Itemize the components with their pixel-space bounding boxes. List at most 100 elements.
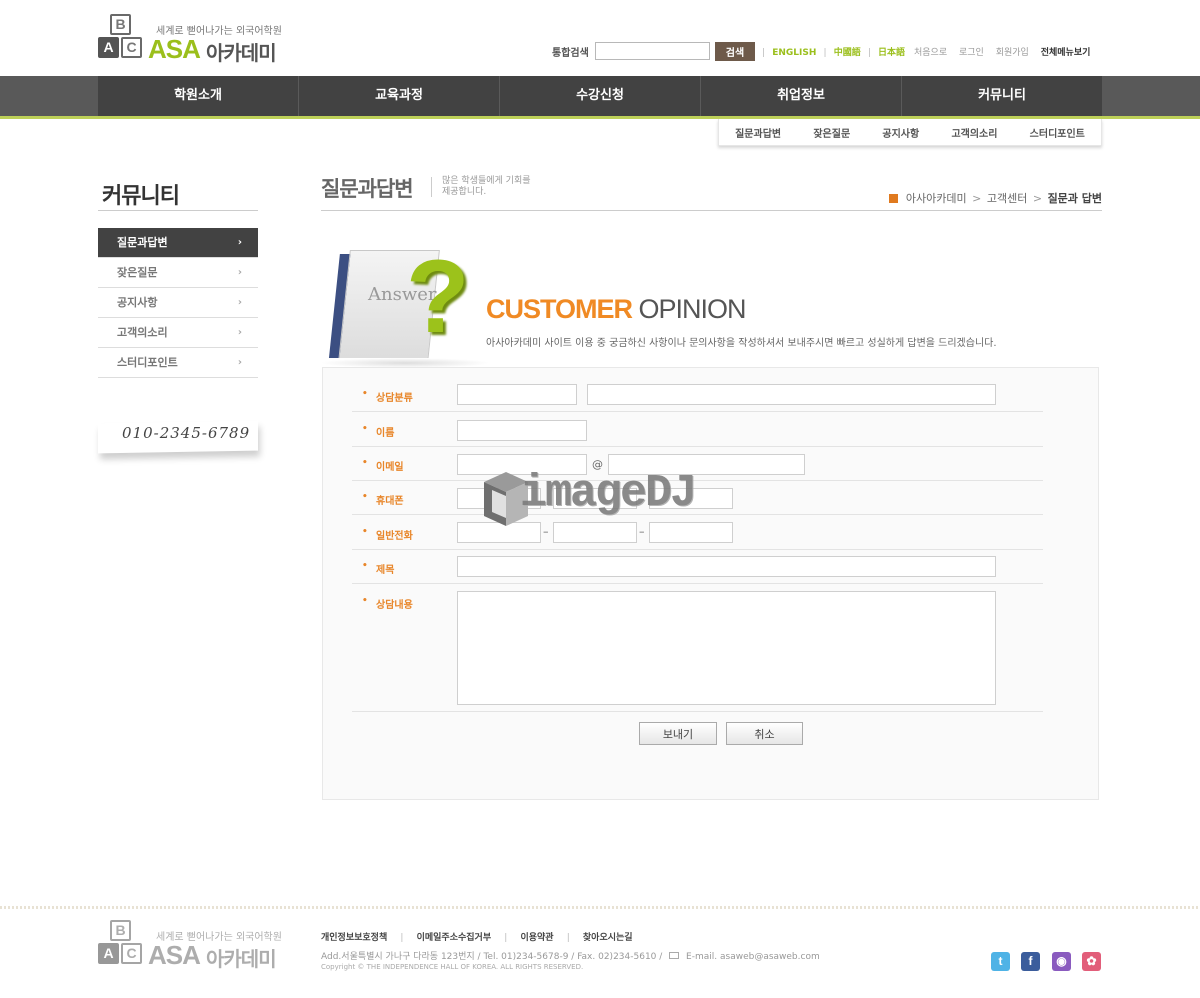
signup-link[interactable]: 회원가입: [996, 48, 1029, 58]
sub-nav: 질문과답변 잦은질문 공지사항 고객의소리 스터디포인트: [718, 119, 1102, 146]
section-title-customer: CUSTOMER: [486, 294, 633, 324]
content-textarea[interactable]: [457, 591, 996, 705]
search-button[interactable]: 검색: [715, 42, 755, 61]
breadcrumb-home[interactable]: 아사아카데미: [906, 192, 967, 205]
chevron-right-icon: ›: [237, 297, 242, 308]
footer-logo-block-c: C: [121, 943, 142, 964]
gnb-item-about[interactable]: 학원소개: [98, 76, 299, 116]
copyright: Copyright © THE INDEPENDENCE HALL OF KOR…: [321, 963, 584, 971]
home-link[interactable]: 처음으로: [914, 48, 947, 58]
lang-english-link[interactable]: ENGLISH: [772, 48, 816, 58]
subnav-item-notice[interactable]: 공지사항: [882, 125, 919, 140]
page-title: 질문과답변: [321, 177, 414, 201]
sidebar-item-faq[interactable]: 잦은질문 ›: [98, 258, 258, 288]
sidebar-item-label: 질문과답변: [117, 236, 168, 249]
footer-address: Add.서울특별시 가나구 다라동 123번지 / Tel. 01)234-56…: [321, 949, 820, 962]
footer-logo-brand: ASA: [148, 940, 201, 970]
content-divider: [321, 210, 1102, 211]
mail-icon: [669, 952, 680, 959]
sidebar-menu: 질문과답변 › 잦은질문 › 공지사항 › 고객의소리 › 스터디포인트 ›: [98, 228, 258, 378]
utility-links: 처음으로 로그인 회원가입 전체메뉴보기: [914, 45, 1090, 58]
mobile-label: 휴대폰: [362, 492, 403, 507]
gnb-item-courses[interactable]: 교육과정: [299, 76, 500, 116]
chevron-right-icon: ›: [237, 357, 242, 368]
subject-input[interactable]: [457, 556, 996, 577]
footer-logo-block-a: A: [98, 943, 119, 964]
submit-button[interactable]: 보내기: [639, 722, 717, 745]
language-links: | ENGLISH | 中國語 | 日本語: [762, 48, 906, 58]
section-description: 아사아카데미 사이트 이용 중 궁금하신 사항이나 문의사항을 작성하셔서 보내…: [486, 338, 997, 349]
address-text: Add.서울특별시 가나구 다라동 123번지 / Tel. 01)234-56…: [321, 952, 663, 962]
lang-chinese-link[interactable]: 中國語: [834, 48, 861, 58]
cancel-button[interactable]: 취소: [726, 722, 803, 745]
section-title-opinion: OPINION: [638, 294, 747, 324]
email-label: 이메일: [362, 458, 403, 473]
watermark: imageDJ: [480, 468, 730, 530]
twitter-icon[interactable]: t: [991, 952, 1010, 971]
logo-brand: ASA: [148, 34, 201, 64]
sidebar-item-label: 스터디포인트: [117, 356, 178, 369]
sidebar-item-label: 고객의소리: [117, 326, 168, 339]
sidebar-item-qna[interactable]: 질문과답변 ›: [98, 228, 258, 258]
category-select[interactable]: [457, 384, 577, 405]
facebook-icon[interactable]: f: [1021, 952, 1040, 971]
watermark-text: imageDJ: [520, 468, 697, 519]
footer-divider: [0, 906, 1200, 909]
footer-link-terms[interactable]: 이용약관: [520, 933, 553, 943]
footer-logo: B A C 세계로 뻗어나가는 외국어학원 ASA 아카데미: [98, 920, 282, 972]
subnav-item-studypoint[interactable]: 스터디포인트: [1030, 125, 1085, 140]
subject-label: 제목: [362, 561, 395, 576]
footer-email: E-mail. asaweb@asaweb.com: [686, 952, 820, 962]
sidebar-title: 커뮤니티: [102, 184, 180, 209]
sidebar-item-studypoint[interactable]: 스터디포인트 ›: [98, 348, 258, 378]
customer-opinion-visual: Answer ?: [320, 240, 490, 370]
phone-number: 010-2345-6789: [122, 424, 251, 442]
lang-japanese-link[interactable]: 日本語: [878, 48, 905, 58]
footer-links: 개인정보보호정책 | 이메일주소수집거부 | 이용약관 | 찾아오시는길: [321, 933, 633, 943]
home-icon: [889, 194, 899, 203]
login-link[interactable]: 로그인: [959, 48, 984, 58]
gnb-item-registration[interactable]: 수강신청: [500, 76, 701, 116]
sidebar-title-divider: [98, 210, 258, 211]
sidebar-item-notice[interactable]: 공지사항 ›: [98, 288, 258, 318]
sidebar-item-voice[interactable]: 고객의소리 ›: [98, 318, 258, 348]
name-input[interactable]: [457, 420, 587, 441]
breadcrumb-customer-center[interactable]: 고객센터: [987, 192, 1027, 205]
question-mark-icon: ?: [406, 239, 470, 355]
chevron-right-icon: ›: [237, 267, 242, 278]
footer-link-privacy[interactable]: 개인정보보호정책: [321, 933, 387, 943]
logo-block-b: B: [110, 14, 131, 35]
site-logo[interactable]: B A C 세계로 뻗어나가는 외국어학원 ASA 아카데미: [98, 14, 282, 66]
search-label: 통합검색: [552, 48, 589, 59]
search-input[interactable]: [595, 42, 710, 60]
chevron-right-icon: ›: [237, 327, 242, 338]
breadcrumb-separator: >: [972, 192, 982, 205]
subnav-item-voice[interactable]: 고객의소리: [951, 125, 997, 140]
blog-icon[interactable]: ✿: [1082, 952, 1101, 971]
footer-link-email-refusal[interactable]: 이메일주소수집거부: [417, 933, 492, 943]
form-row-name: [352, 412, 1043, 447]
footer-logo-name: 아카데미: [206, 947, 277, 971]
phone-banner: 010-2345-6789: [98, 420, 268, 462]
content-label: 상담내용: [362, 596, 413, 611]
logo-name: 아카데미: [206, 41, 277, 65]
subnav-item-qna[interactable]: 질문과답변: [735, 125, 781, 140]
category-label: 상담분류: [362, 389, 413, 404]
footer-logo-block-b: B: [110, 920, 131, 941]
breadcrumb-current: 질문과 답변: [1047, 192, 1102, 205]
category-detail-input[interactable]: [587, 384, 996, 405]
phone-label: 일반전화: [362, 527, 413, 542]
podcast-icon[interactable]: ◉: [1052, 952, 1071, 971]
breadcrumb-separator: >: [1032, 192, 1043, 205]
section-title: CUSTOMER OPINION: [486, 294, 747, 325]
subnav-item-faq[interactable]: 잦은질문: [813, 125, 850, 140]
full-menu-link[interactable]: 전체메뉴보기: [1041, 48, 1091, 58]
gnb-item-jobs[interactable]: 취업정보: [701, 76, 902, 116]
breadcrumb: 아사아카데미 > 고객센터 > 질문과 답변: [889, 190, 1102, 206]
global-nav: 학원소개 교육과정 수강신청 취업정보 커뮤니티: [98, 76, 1102, 116]
footer-link-directions[interactable]: 찾아오시는길: [583, 933, 633, 943]
name-label: 이름: [362, 424, 395, 439]
gnb-item-community[interactable]: 커뮤니티: [902, 76, 1102, 116]
page-description: 많은 학생들에게 기회를 제공합니다.: [442, 176, 531, 197]
title-divider: [431, 177, 432, 197]
